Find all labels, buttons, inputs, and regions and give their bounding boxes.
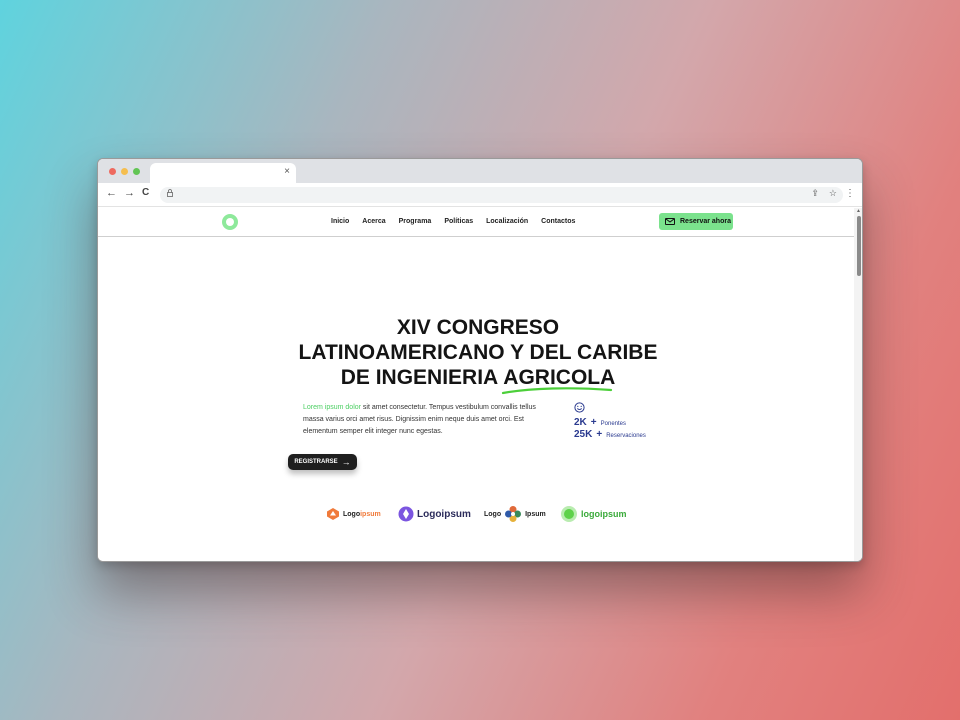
- window-controls: [109, 168, 140, 175]
- stat-label: Ponentes: [600, 421, 626, 427]
- partner-logo-2: Logoipsum: [398, 504, 471, 524]
- stat-label: Reservaciones: [606, 433, 646, 439]
- browser-tab[interactable]: ×: [150, 163, 296, 183]
- stat-plus: +: [590, 417, 597, 428]
- main-menu: Inicio Acerca Programa Políticas Localiz…: [331, 218, 575, 225]
- partner-logos: Logo ipsum Logoipsum Logo Ipsum logoipsum: [326, 504, 636, 524]
- arrow-right-icon: →: [341, 457, 351, 467]
- webpage: Inicio Acerca Programa Políticas Localiz…: [98, 208, 862, 561]
- smile-icon: [574, 402, 646, 416]
- back-icon[interactable]: ←: [106, 187, 117, 199]
- menu-item-acerca[interactable]: Acerca: [362, 218, 385, 225]
- reserve-button-label: Reservar ahora: [680, 218, 731, 225]
- browser-toolbar: ← → C ⇪ ☆ ⋮: [98, 183, 862, 207]
- maximize-window-button[interactable]: [133, 168, 140, 175]
- reload-icon[interactable]: C: [142, 187, 149, 198]
- stat-number: 25K: [574, 429, 593, 440]
- site-navbar: Inicio Acerca Programa Políticas Localiz…: [98, 208, 862, 237]
- mail-icon: [665, 218, 675, 225]
- menu-item-contactos[interactable]: Contactos: [541, 218, 575, 225]
- highlighted-word-text: AGRICOLA: [503, 366, 616, 389]
- scroll-up-icon[interactable]: ▲: [856, 208, 861, 214]
- partner-logo-3-text-b: Ipsum: [525, 510, 546, 518]
- reserve-button[interactable]: Reservar ahora: [659, 213, 733, 230]
- description-highlight: Lorem ipsum dolor: [303, 404, 361, 411]
- partner-logo-4-text: logoipsum: [581, 509, 627, 519]
- lock-icon: [167, 189, 173, 199]
- hero-title-line-3: DE INGENIERIA AGRICOLA: [98, 365, 858, 395]
- blob-logo-icon: [561, 506, 577, 522]
- browser-menu-icon[interactable]: ⋮: [845, 188, 855, 199]
- scrollbar-thumb[interactable]: [857, 216, 861, 276]
- forward-icon[interactable]: →: [124, 187, 135, 199]
- highlighted-word: AGRICOLA: [502, 365, 616, 395]
- partner-logo-3-text-a: Logo: [484, 510, 502, 518]
- menu-item-inicio[interactable]: Inicio: [331, 218, 349, 225]
- partner-logo-3: Logo Ipsum: [484, 504, 546, 524]
- stat-number: 2K: [574, 417, 587, 428]
- bookmark-star-icon[interactable]: ☆: [829, 188, 837, 199]
- close-window-button[interactable]: [109, 168, 116, 175]
- partner-logo-4: logoipsum: [560, 504, 627, 524]
- stats-block: 2K + Ponentes 25K + Reservaciones: [574, 402, 646, 440]
- minimize-window-button[interactable]: [121, 168, 128, 175]
- partner-logo-1-text-a: Logo: [343, 510, 361, 518]
- stat-ponentes: 2K + Ponentes: [574, 417, 646, 428]
- menu-item-localizacion[interactable]: Localización: [486, 218, 528, 225]
- address-bar[interactable]: ⇪ ☆: [160, 187, 843, 203]
- site-logo[interactable]: [222, 214, 238, 230]
- partner-logo-1: Logo ipsum: [326, 504, 381, 524]
- hero-title: XIV CONGRESO LATINOAMERICANO Y DEL CARIB…: [98, 315, 858, 395]
- register-button-label: REGISTRARSE: [294, 459, 338, 465]
- partner-logo-1-text-b: ipsum: [360, 510, 381, 518]
- menu-item-politicas[interactable]: Políticas: [444, 218, 473, 225]
- tab-bar: ×: [98, 159, 862, 183]
- hero-description: Lorem ipsum dolor sit amet consectetur. …: [303, 402, 553, 438]
- hero-title-line-3-text: DE INGENIERIA: [340, 366, 504, 389]
- menu-item-programa[interactable]: Programa: [399, 218, 432, 225]
- browser-window: × ← → C ⇪ ☆ ⋮ Inicio Acerca Programa Pol…: [97, 158, 863, 562]
- share-icon[interactable]: ⇪: [811, 188, 819, 199]
- green-underline-icon: [502, 387, 613, 395]
- close-tab-icon[interactable]: ×: [284, 166, 290, 177]
- stat-reservaciones: 25K + Reservaciones: [574, 429, 646, 440]
- flower-logo-icon: [505, 506, 522, 522]
- register-button[interactable]: REGISTRARSE →: [288, 454, 357, 470]
- hero-title-line-1: XIV CONGRESO: [396, 316, 560, 339]
- partner-logo-2-text: Logoipsum: [417, 508, 471, 520]
- hexagon-logo-icon: [327, 508, 339, 520]
- hero-title-line-2: LATINOAMERICANO Y DEL CARIBE: [298, 341, 658, 364]
- stat-plus: +: [596, 429, 603, 440]
- diamond-logo-icon: [398, 506, 414, 522]
